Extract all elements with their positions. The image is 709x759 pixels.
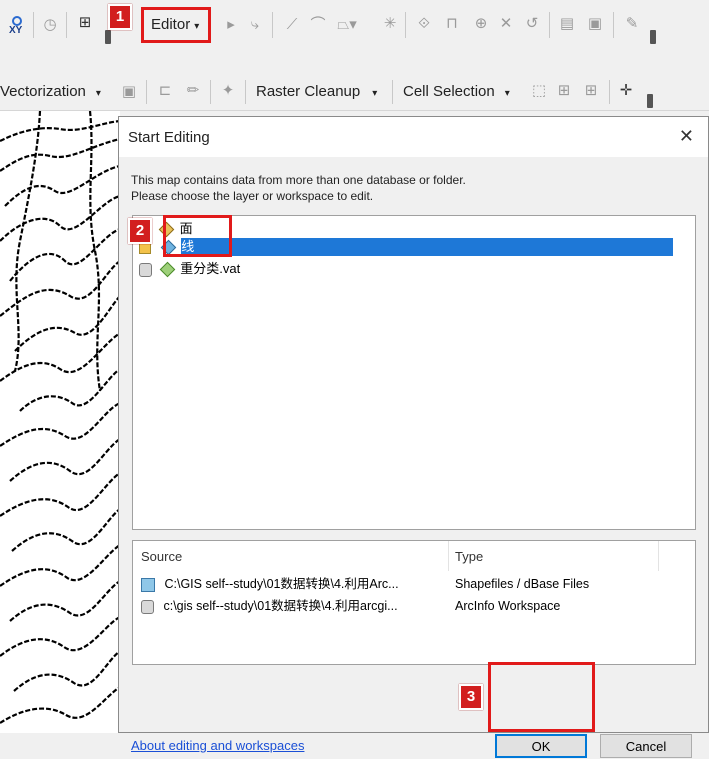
- toolbar-grip[interactable]: [650, 30, 656, 44]
- raster-cleanup-label: Raster Cleanup: [256, 83, 361, 100]
- type-column-header[interactable]: Type: [455, 549, 483, 564]
- dropdown-arrow-icon: ▾: [95, 88, 101, 99]
- edit-tool-icon[interactable]: ▸: [224, 17, 238, 33]
- rotate-icon[interactable]: ✕: [497, 16, 515, 32]
- vectorization-menu[interactable]: Vectorization ▾: [0, 83, 101, 100]
- ok-button[interactable]: OK: [495, 734, 587, 758]
- shapefile-icon: [141, 577, 155, 592]
- step-1-callout: 1: [108, 4, 132, 30]
- cleanup-tool-icon[interactable]: ✦: [218, 83, 238, 99]
- source-row[interactable]: c:\gis self--study\01数据转换\4.利用arcgi...: [141, 597, 398, 615]
- contour-lines: [0, 111, 120, 724]
- layer-item[interactable]: 重分类.vat: [139, 260, 240, 278]
- toolbar-grip[interactable]: [105, 30, 111, 44]
- column-divider: [658, 541, 659, 571]
- layer-label: 重分类.vat: [180, 261, 241, 276]
- xy-tool-button[interactable]: XY: [6, 14, 26, 38]
- layer-highlight-box: [163, 215, 232, 257]
- step-3-callout: 3: [459, 684, 483, 710]
- vectorize-trace-icon[interactable]: ⊏: [155, 83, 175, 99]
- cut-polygon-icon[interactable]: ⊓: [441, 16, 463, 32]
- dropdown-arrow-icon: ▾: [504, 88, 510, 99]
- construct-polygon-icon[interactable]: ⏢▾: [335, 17, 359, 33]
- pencil-icon[interactable]: ✏: [184, 83, 202, 99]
- split-icon[interactable]: ⊕: [471, 16, 491, 32]
- crosshair-icon[interactable]: ✛: [617, 83, 635, 99]
- cell-selection-menu[interactable]: Cell Selection ▾: [403, 83, 510, 100]
- source-path: c:\gis self--study\01数据转换\4.利用arcgi...: [163, 599, 398, 613]
- step-2-callout: 2: [128, 218, 152, 244]
- vectorization-label: Vectorization: [0, 83, 86, 100]
- close-icon[interactable]: ✕: [679, 126, 694, 147]
- message-line-2: Please choose the layer or workspace to …: [131, 189, 374, 203]
- column-divider: [448, 541, 449, 571]
- dialog-message: This map contains data from more than on…: [131, 172, 466, 204]
- raster-cleanup-menu[interactable]: Raster Cleanup ▾: [256, 83, 377, 100]
- toolbar-gap: [0, 54, 709, 72]
- raster-table-icon: [159, 261, 175, 278]
- message-line-1: This map contains data from more than on…: [131, 173, 466, 187]
- midpoint-icon[interactable]: ✳: [381, 16, 399, 32]
- reshape-icon[interactable]: ⟐: [413, 16, 435, 32]
- selected-row-highlight: [181, 238, 673, 256]
- add-cells-icon[interactable]: ⊞: [581, 83, 601, 99]
- editor-menu-button[interactable]: Editor ▾: [151, 16, 199, 33]
- cell-selection-label: Cell Selection: [403, 83, 495, 100]
- source-type: ArcInfo Workspace: [455, 599, 561, 613]
- source-column-header[interactable]: Source: [141, 549, 182, 564]
- attributes-icon[interactable]: ▤: [557, 16, 577, 32]
- source-type: Shapefiles / dBase Files: [455, 577, 590, 591]
- about-editing-link[interactable]: About editing and workspaces: [131, 738, 304, 753]
- map-view[interactable]: [0, 111, 120, 733]
- database-icon: [141, 599, 154, 614]
- add-selection-icon[interactable]: ⊞: [554, 83, 574, 99]
- dropdown-arrow-icon: ▾: [194, 21, 200, 32]
- dialog-title: Start Editing: [128, 129, 210, 146]
- toolbar-grip[interactable]: [647, 94, 653, 108]
- arcscan-toolbar: Vectorization ▾ ▣ ⊏ ✏ ✦ Raster Cleanup ▾ C…: [0, 72, 709, 111]
- show-preview-icon[interactable]: ▣: [120, 84, 138, 100]
- zoom-layer-icon[interactable]: ⊞: [76, 15, 94, 31]
- source-path: C:\GIS self--study\01数据转换\4.利用Arc...: [164, 577, 399, 591]
- editor-toolbar: XY ◷ ⊞ 1 Editor ▾ ▸ ⤷ ⟋ ⌒ ⏢▾ ✳ ⟐ ⊓ ⊕ ✕ ↺ …: [0, 0, 709, 54]
- clock-icon[interactable]: ◷: [41, 17, 59, 33]
- undo-icon[interactable]: ↺: [523, 16, 541, 32]
- xy-label: XY: [9, 25, 23, 36]
- ok-highlight-box: [488, 662, 595, 732]
- editor-menu-label: Editor: [151, 16, 191, 33]
- create-features-icon[interactable]: ✎: [621, 16, 643, 32]
- database-icon: [139, 262, 152, 277]
- source-row[interactable]: C:\GIS self--study\01数据转换\4.利用Arc...: [141, 575, 399, 593]
- edit-annotation-icon[interactable]: ⤷: [246, 17, 264, 33]
- layer-list[interactable]: 面 线 重分类.vat: [132, 215, 696, 530]
- straight-segment-icon[interactable]: ⟋: [283, 17, 301, 33]
- curve-icon[interactable]: ⌒: [309, 17, 327, 33]
- dropdown-arrow-icon: ▾: [372, 88, 378, 99]
- source-table: Source Type C:\GIS self--study\01数据转换\4.…: [132, 540, 696, 665]
- start-editing-dialog: Start Editing ✕ This map contains data f…: [118, 116, 709, 758]
- cancel-button[interactable]: Cancel: [600, 734, 692, 758]
- select-cells-icon[interactable]: ⬚: [529, 83, 549, 99]
- sketch-properties-icon[interactable]: ▣: [585, 16, 605, 32]
